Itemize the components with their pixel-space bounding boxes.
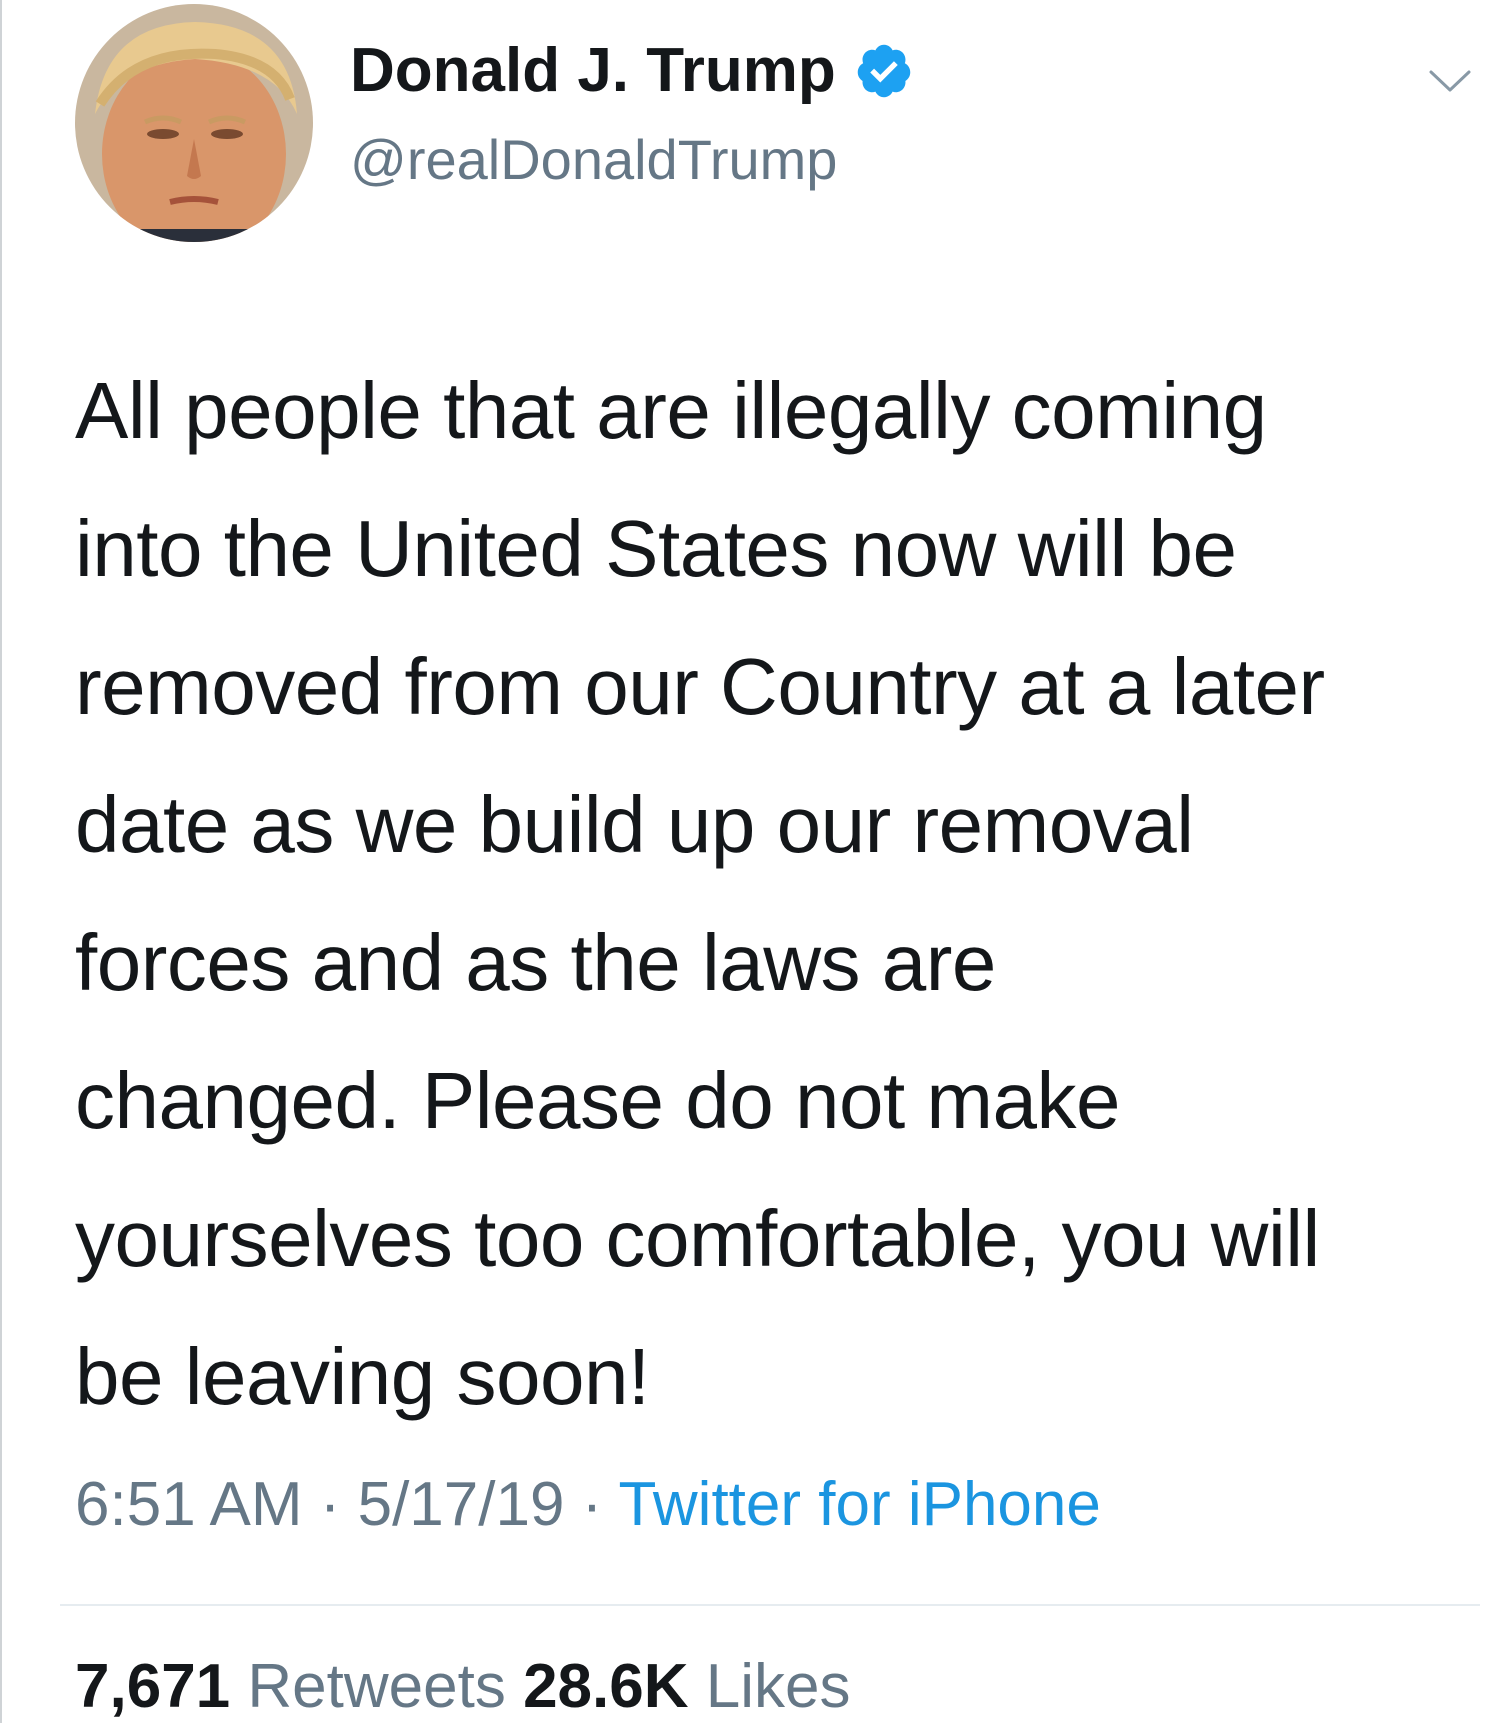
retweets-count: 7,671: [75, 1652, 231, 1721]
tweet-text-line: forces and as the laws are: [75, 918, 996, 1007]
retweets-label: Retweets: [247, 1652, 506, 1721]
likes-label: Likes: [705, 1652, 851, 1721]
meta-separator: ·: [564, 1470, 619, 1539]
tweet-time[interactable]: 6:51 AM: [75, 1470, 302, 1539]
author-name-row[interactable]: Donald J. Trump: [350, 40, 914, 102]
meta-separator: ·: [302, 1470, 358, 1539]
author-display-name[interactable]: Donald J. Trump: [350, 40, 836, 102]
tweet-date[interactable]: 5/17/19: [358, 1470, 565, 1539]
retweets-stat[interactable]: 7,671 Retweets: [75, 1652, 506, 1721]
avatar-photo: [75, 4, 313, 242]
tweet-metadata: 6:51 AM · 5/17/19 · Twitter for iPhone: [75, 1468, 1101, 1542]
likes-stat[interactable]: 28.6K Likes: [523, 1652, 850, 1721]
tweet-card: Donald J. Trump @realDonaldTrump All peo…: [0, 0, 1504, 1723]
tweet-source-link[interactable]: Twitter for iPhone: [618, 1470, 1100, 1539]
verified-badge-icon: [854, 41, 914, 101]
tweet-text-line: date as we build up our removal: [75, 780, 1194, 869]
tweet-text-line: be leaving soon!: [75, 1332, 650, 1421]
tweet-text-line: All people that are illegally coming: [75, 366, 1267, 455]
tweet-text-line: changed. Please do not make: [75, 1056, 1121, 1145]
tweet-text-line: into the United States now will be: [75, 504, 1237, 593]
tweet-stats: 7,671 Retweets 28.6K Likes: [75, 1650, 851, 1724]
tweet-text-line: removed from our Country at a later: [75, 642, 1325, 731]
avatar[interactable]: [75, 4, 313, 242]
tweet-body: All people that are illegally coming int…: [75, 342, 1475, 1446]
chevron-down-icon[interactable]: [1428, 68, 1472, 96]
divider: [60, 1604, 1480, 1606]
author-handle[interactable]: @realDonaldTrump: [350, 132, 837, 188]
likes-count: 28.6K: [523, 1652, 689, 1721]
tweet-text-line: yourselves too comfortable, you will: [75, 1194, 1320, 1283]
